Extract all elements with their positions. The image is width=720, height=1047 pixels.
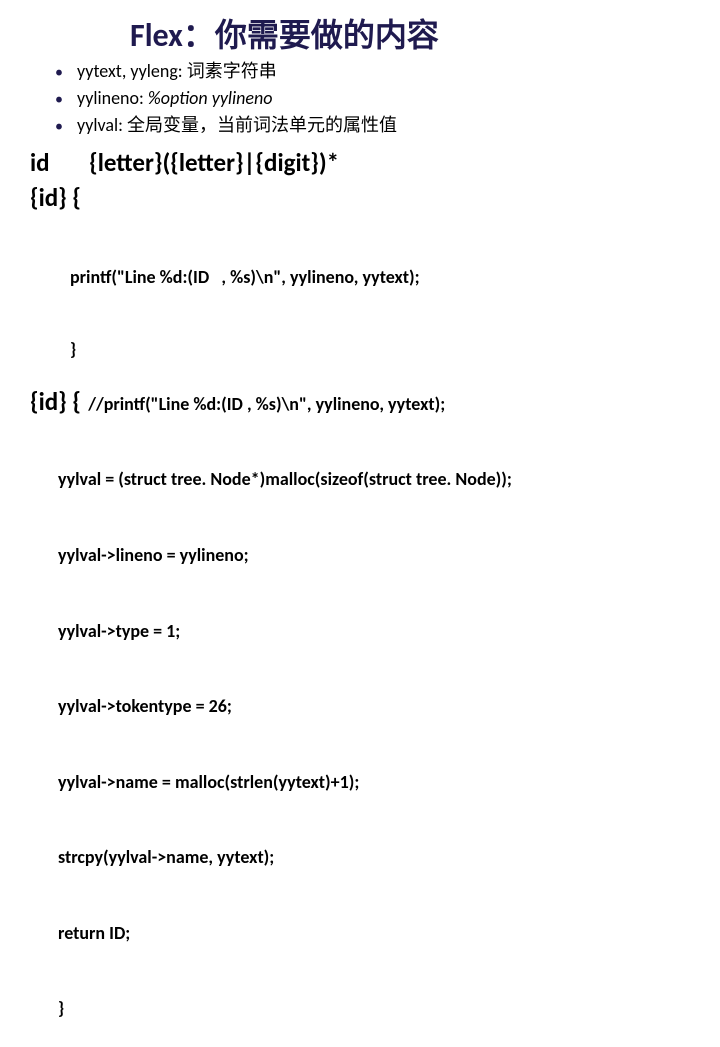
code-line: yylval->type = 1; bbox=[58, 619, 690, 644]
list-item: • yylineno: %option yylineno bbox=[55, 85, 690, 112]
bullet-list: • yytext, yyleng: 词素字符串 • yylineno: %opt… bbox=[55, 58, 690, 139]
code-block-2: yylval = (struct tree. Node*)malloc(size… bbox=[58, 417, 690, 1047]
bullet-name: yytext, yyleng: bbox=[77, 60, 183, 82]
code-line: yylval->lineno = yylineno; bbox=[58, 543, 690, 568]
code-line: return ID; bbox=[58, 921, 690, 946]
code-line: } bbox=[70, 337, 690, 361]
bullet-desc: %option yylineno bbox=[148, 87, 273, 109]
list-item: • yytext, yyleng: 词素字符串 bbox=[55, 58, 690, 85]
code-line: printf("Line %d:(ID , %s)\n", yylineno, … bbox=[70, 265, 690, 289]
bullet-dot: • bbox=[55, 88, 63, 112]
list-item: • yylval: 全局变量，当前词法单元的属性值 bbox=[55, 112, 690, 139]
code-line: yylval->name = malloc(strlen(yytext)+1); bbox=[58, 770, 690, 795]
bullet-desc: 词素字符串 bbox=[187, 60, 277, 82]
bullet-desc: 全局变量，当前词法单元的属性值 bbox=[127, 114, 397, 136]
bullet-dot: • bbox=[55, 61, 63, 85]
slide-title: Flex：你需要做的内容 bbox=[130, 10, 690, 56]
code-line: strcpy(yylval->name, yytext); bbox=[58, 845, 690, 870]
code-block-1: printf("Line %d:(ID , %s)\n", yylineno, … bbox=[70, 216, 690, 386]
rule2-header: {id} { //printf("Line %d:(ID , %s)\n", y… bbox=[30, 386, 690, 417]
code-line: yylval->tokentype = 26; bbox=[58, 694, 690, 719]
rule-open-line: {id} { bbox=[30, 182, 690, 215]
def-id-regex: {letter}({letter}|{digit})* bbox=[89, 147, 339, 178]
def-id-label: id bbox=[30, 147, 50, 178]
rule2-label: {id} { bbox=[30, 386, 81, 417]
definition-line: id {letter}({letter}|{digit})* bbox=[30, 147, 690, 180]
rule2-comment: //printf("Line %d:(ID , %s)\n", yylineno… bbox=[88, 393, 445, 415]
code-line: yylval = (struct tree. Node*)malloc(size… bbox=[58, 467, 690, 492]
bullet-name: yylval: bbox=[77, 114, 123, 136]
code-line: } bbox=[58, 996, 690, 1021]
bullet-dot: • bbox=[55, 115, 63, 139]
bullet-name: yylineno: bbox=[77, 87, 144, 109]
